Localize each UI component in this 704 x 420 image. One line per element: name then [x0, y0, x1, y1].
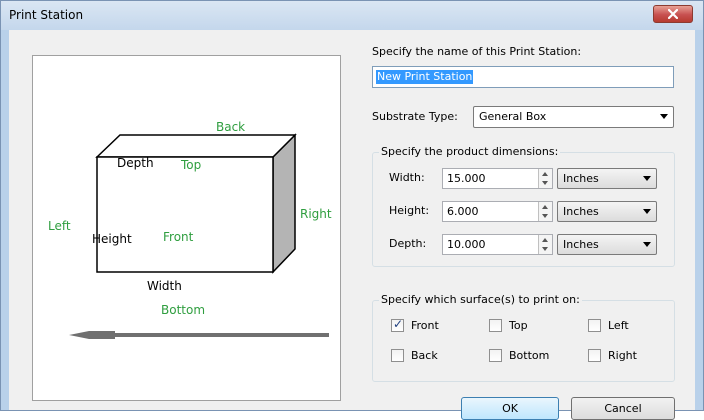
substrate-selected: General Box — [479, 110, 547, 123]
ok-button[interactable]: OK — [461, 397, 559, 420]
width-value: 15.000 — [447, 172, 486, 185]
spin-up-icon[interactable] — [542, 172, 548, 176]
width-stepper[interactable] — [538, 169, 552, 188]
label-bottom: Bottom — [161, 303, 206, 317]
surface-label: Left — [608, 319, 629, 332]
height-unit: Inches — [563, 205, 599, 218]
height-label: Height: — [389, 204, 430, 217]
label-width: Width — [147, 279, 182, 293]
surface-label: Top — [509, 319, 528, 332]
dimensions-group-title: Specify the product dimensions: — [379, 145, 561, 158]
box-drawing — [69, 133, 329, 339]
surfaces-group: Specify which surface(s) to print on: ✓ … — [372, 293, 675, 382]
height-input[interactable]: 6.000 — [442, 201, 553, 222]
print-station-dialog: Print Station Back Top Depth Left Right … — [0, 0, 704, 420]
spin-down-icon[interactable] — [542, 181, 548, 185]
window-title: Print Station — [9, 8, 84, 22]
title-bar[interactable]: Print Station — [1, 1, 703, 30]
depth-unit: Inches — [563, 238, 599, 251]
label-top: Top — [181, 158, 202, 172]
depth-label: Depth: — [389, 237, 427, 250]
height-unit-select[interactable]: Inches — [557, 201, 657, 222]
chevron-down-icon — [660, 114, 668, 119]
label-front: Front — [163, 230, 194, 244]
surface-label: Right — [608, 349, 637, 362]
spin-up-icon[interactable] — [542, 205, 548, 209]
depth-stepper[interactable] — [538, 235, 552, 254]
checkbox-box[interactable] — [588, 319, 601, 332]
checkbox-box[interactable]: ✓ — [391, 317, 404, 332]
depth-input[interactable]: 10.000 — [442, 234, 553, 255]
surface-bottom-checkbox[interactable]: Bottom — [489, 348, 569, 364]
depth-unit-select[interactable]: Inches — [557, 234, 657, 255]
direction-arrow — [69, 331, 329, 339]
surface-back-checkbox[interactable]: Back — [391, 348, 471, 364]
width-label: Width: — [389, 171, 425, 184]
surface-right-checkbox[interactable]: Right — [588, 348, 668, 364]
height-value: 6.000 — [447, 205, 479, 218]
surfaces-group-title: Specify which surface(s) to print on: — [379, 293, 582, 306]
surface-label: Bottom — [509, 349, 550, 362]
name-value: New Print Station — [376, 70, 474, 84]
checkbox-box[interactable] — [489, 349, 502, 362]
label-depth: Depth — [117, 156, 154, 170]
close-icon — [668, 9, 678, 19]
cancel-button[interactable]: Cancel — [571, 397, 675, 420]
close-button[interactable] — [653, 5, 693, 23]
name-label: Specify the name of this Print Station: — [372, 45, 582, 58]
surface-label: Front — [411, 319, 439, 332]
depth-value: 10.000 — [447, 238, 486, 251]
spin-down-icon[interactable] — [542, 214, 548, 218]
surface-left-checkbox[interactable]: Left — [588, 318, 668, 334]
height-stepper[interactable] — [538, 202, 552, 221]
width-unit-select[interactable]: Inches — [557, 168, 657, 189]
spin-up-icon[interactable] — [542, 238, 548, 242]
checkmark-icon: ✓ — [393, 317, 404, 331]
checkbox-box[interactable] — [391, 349, 404, 362]
chevron-down-icon — [643, 176, 651, 181]
box-diagram: Back Top Depth Left Right Height Front W… — [32, 55, 341, 401]
chevron-down-icon — [643, 209, 651, 214]
substrate-type-select[interactable]: General Box — [473, 106, 674, 128]
chevron-down-icon — [643, 242, 651, 247]
label-right: Right — [300, 207, 332, 221]
checkbox-box[interactable] — [588, 349, 601, 362]
substrate-label: Substrate Type: — [372, 110, 458, 123]
surface-label: Back — [411, 349, 438, 362]
checkbox-box[interactable] — [489, 319, 502, 332]
surface-front-checkbox[interactable]: ✓ Front — [391, 317, 471, 334]
dialog-body: Back Top Depth Left Right Height Front W… — [9, 30, 695, 420]
surface-top-checkbox[interactable]: Top — [489, 318, 569, 334]
spin-down-icon[interactable] — [542, 247, 548, 251]
width-input[interactable]: 15.000 — [442, 168, 553, 189]
label-height: Height — [92, 232, 132, 246]
dimensions-group: Specify the product dimensions: Width: 1… — [372, 145, 675, 267]
width-unit: Inches — [563, 172, 599, 185]
print-station-name-input[interactable]: New Print Station — [372, 66, 674, 88]
label-left: Left — [48, 219, 71, 233]
label-back: Back — [216, 120, 246, 134]
